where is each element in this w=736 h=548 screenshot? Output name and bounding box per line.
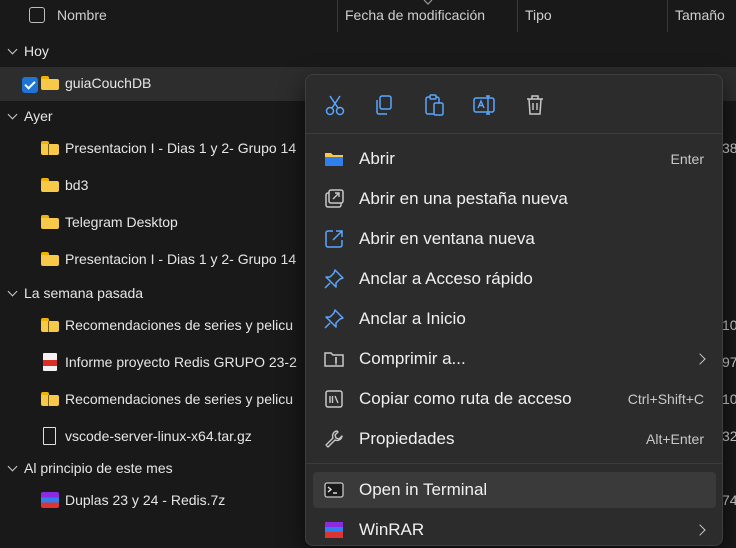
- group-header-yesterday[interactable]: Ayer: [0, 103, 300, 129]
- zip-folder-icon: [41, 141, 59, 155]
- row-checkbox[interactable]: [22, 77, 38, 93]
- file-icon: [43, 427, 56, 445]
- shortcut-label: Alt+Enter: [646, 431, 704, 447]
- menu-separator: [306, 133, 722, 134]
- paste-icon[interactable]: [420, 91, 448, 119]
- menu-item-copy-path[interactable]: Copiar como ruta de acceso Ctrl+Shift+C: [313, 381, 716, 417]
- chevron-right-icon: [694, 524, 706, 536]
- file-name: Recomendaciones de series y pelicu: [65, 317, 294, 333]
- shortcut-label: Enter: [670, 151, 704, 167]
- menu-item-properties[interactable]: Propiedades Alt+Enter: [313, 421, 716, 457]
- zip-folder-icon: [41, 392, 59, 406]
- file-size: 38: [722, 140, 736, 156]
- chevron-right-icon: [694, 353, 706, 365]
- column-header: Nombre Fecha de modificación Tipo Tamaño: [0, 0, 736, 32]
- file-name: vscode-server-linux-x64.tar.gz: [65, 428, 252, 444]
- column-name[interactable]: Nombre: [57, 0, 107, 32]
- cut-icon[interactable]: [321, 91, 349, 119]
- menu-item-winrar[interactable]: WinRAR: [313, 512, 716, 548]
- file-name: Duplas 23 y 24 - Redis.7z: [65, 492, 226, 508]
- column-date-modified[interactable]: Fecha de modificación: [345, 0, 485, 32]
- column-size[interactable]: Tamaño: [675, 0, 725, 32]
- file-size: 10: [722, 391, 736, 407]
- column-divider[interactable]: [337, 0, 338, 32]
- file-name: bd3: [65, 177, 89, 193]
- menu-separator: [306, 463, 722, 464]
- winrar-icon: [41, 492, 59, 508]
- file-name: Telegram Desktop: [65, 214, 178, 230]
- terminal-icon: [324, 482, 344, 498]
- group-header-this-month[interactable]: Al principio de este mes: [0, 455, 300, 481]
- wrench-icon: [325, 430, 343, 448]
- file-size: 10: [722, 317, 736, 333]
- file-name: Informe proyecto Redis GRUPO 23-2: [65, 354, 297, 370]
- winrar-icon: [325, 522, 343, 538]
- folder-icon: [41, 178, 59, 192]
- menu-item-open-terminal[interactable]: Open in Terminal: [313, 472, 716, 508]
- folder-icon: [41, 76, 59, 90]
- menu-item-pin-start[interactable]: Anclar a Inicio: [313, 301, 716, 337]
- zip-folder-icon: [41, 318, 59, 332]
- file-size: 74: [722, 492, 736, 508]
- column-type[interactable]: Tipo: [525, 0, 552, 32]
- compress-folder-icon: [324, 352, 344, 367]
- file-name: Recomendaciones de series y pelicu: [65, 391, 294, 407]
- open-new-tab-icon: [325, 189, 344, 208]
- file-name: Presentacion I - Dias 1 y 2- Grupo 14: [65, 140, 297, 156]
- file-name: Presentacion I - Dias 1 y 2- Grupo 14: [65, 251, 297, 267]
- file-size: 32: [722, 428, 736, 444]
- delete-icon[interactable]: [521, 91, 549, 119]
- folder-icon: [325, 153, 343, 166]
- chevron-down-icon: [8, 38, 18, 64]
- column-divider[interactable]: [517, 0, 518, 32]
- menu-item-open-new-tab[interactable]: Abrir en una pestaña nueva: [313, 181, 716, 217]
- copy-path-icon: [325, 390, 343, 408]
- pin-icon: [324, 269, 344, 289]
- menu-item-compress[interactable]: Comprimir a...: [313, 341, 716, 377]
- chevron-down-icon: [8, 280, 18, 306]
- menu-item-pin-quick-access[interactable]: Anclar a Acceso rápido: [313, 261, 716, 297]
- group-header-last-week[interactable]: La semana pasada: [0, 280, 300, 306]
- copy-icon[interactable]: [370, 91, 398, 119]
- menu-item-open-new-window[interactable]: Abrir en ventana nueva: [313, 221, 716, 257]
- file-size: 97: [722, 354, 736, 370]
- sort-chevron-icon: [423, 0, 433, 5]
- group-header-today[interactable]: Hoy: [0, 38, 300, 64]
- select-all-checkbox[interactable]: [29, 7, 45, 23]
- file-name: guiaCouchDB: [65, 75, 152, 91]
- rename-icon[interactable]: [470, 91, 498, 119]
- column-divider[interactable]: [667, 0, 668, 32]
- open-new-window-icon: [325, 230, 343, 248]
- chevron-down-icon: [8, 455, 18, 481]
- menu-item-open[interactable]: Abrir Enter: [313, 141, 716, 177]
- folder-icon: [41, 252, 59, 266]
- pdf-icon: [43, 353, 57, 371]
- folder-icon: [41, 215, 59, 229]
- pin-icon: [324, 309, 344, 329]
- chevron-down-icon: [8, 103, 18, 129]
- shortcut-label: Ctrl+Shift+C: [627, 391, 704, 407]
- context-menu: Abrir Enter Abrir en una pestaña nueva A…: [305, 74, 723, 546]
